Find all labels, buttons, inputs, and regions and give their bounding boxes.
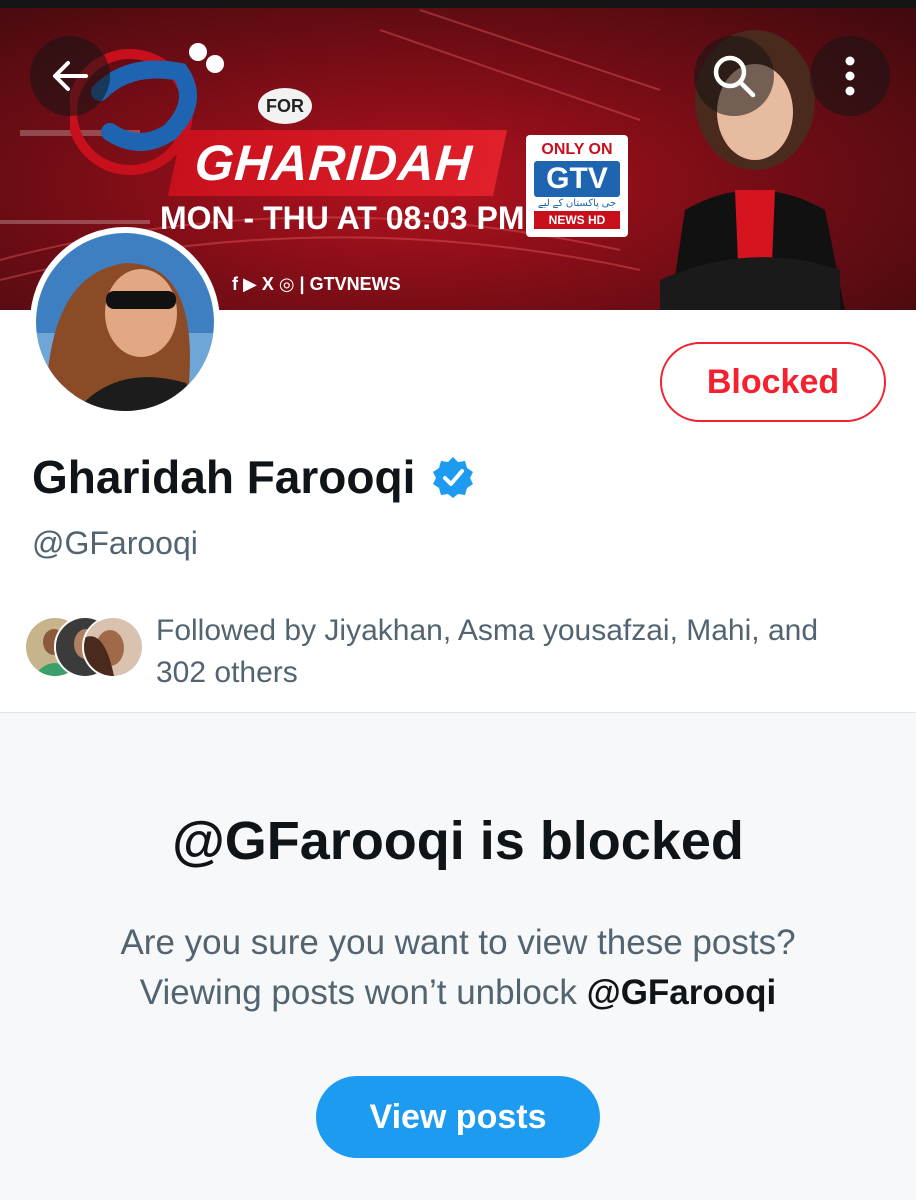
channel-news: NEWS HD — [534, 211, 620, 229]
show-time: MON - THU AT 08:03 PM — [160, 200, 525, 236]
blocked-notice-line2-prefix: Viewing posts won’t unblock — [139, 973, 587, 1012]
avatar-photo — [36, 233, 214, 411]
channel-only-on: ONLY ON — [541, 141, 613, 158]
followed-by-text: Followed by Jiyakhan, Asma yousafzai, Ma… — [156, 614, 819, 689]
channel-badge: ONLY ON GTV جی پاکستان کے لیے NEWS HD — [526, 135, 628, 237]
profile-name-row: Gharidah Farooqi — [32, 450, 475, 504]
social-handle: f ▶ X ◎ | GTVNEWS — [232, 274, 401, 294]
channel-sub: جی پاکستان کے لیے — [537, 198, 617, 209]
profile-handle: @GFarooqi — [32, 525, 198, 561]
more-vertical-icon — [845, 56, 855, 96]
search-button[interactable] — [694, 36, 774, 116]
search-icon — [713, 55, 756, 98]
more-options-button[interactable] — [810, 36, 890, 116]
blocked-notice-title: @GFarooqi is blocked — [172, 811, 744, 871]
show-title-text: GHARIDAH — [192, 135, 475, 191]
verified-badge-icon[interactable] — [431, 455, 475, 499]
blocked-notice-message: Are you sure you want to view these post… — [0, 918, 916, 1018]
view-posts-button[interactable]: View posts — [316, 1076, 600, 1158]
blocked-notice-line2: Viewing posts won’t unblock @GFarooqi — [0, 968, 916, 1018]
back-button[interactable] — [30, 36, 110, 116]
blocked-notice-line1: Are you sure you want to view these post… — [120, 923, 796, 962]
show-title-plate: GHARIDAH — [167, 130, 508, 196]
channel-logo: GTV — [534, 161, 620, 197]
blocked-button[interactable]: Blocked — [660, 342, 886, 422]
blocked-notice-handle: @GFarooqi — [586, 973, 777, 1012]
arrow-left-icon — [53, 61, 88, 91]
profile-avatar[interactable] — [30, 227, 220, 417]
display-name: Gharidah Farooqi — [32, 451, 416, 503]
follower-avatar — [82, 616, 144, 678]
follower-avatars — [24, 616, 148, 680]
for-badge: FOR — [258, 88, 312, 124]
